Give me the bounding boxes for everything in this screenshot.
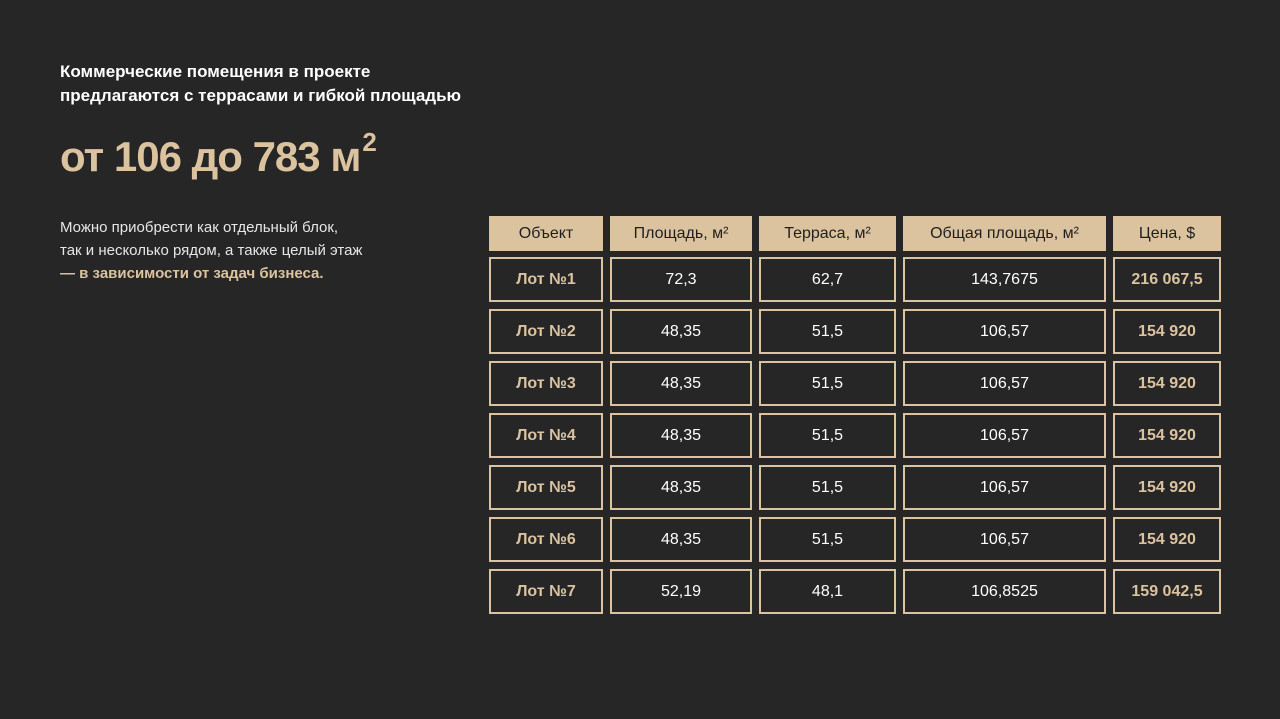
header-total-area: Общая площадь, м² <box>903 216 1106 251</box>
slide: Коммерческие помещения в проекте предлаг… <box>0 0 1280 719</box>
cell-total-area: 143,7675 <box>903 257 1106 302</box>
cell-lot: Лот №4 <box>489 413 603 458</box>
area-range: от 106 до 783 м2 <box>60 116 377 183</box>
cell-area: 72,3 <box>610 257 752 302</box>
cell-terrace: 51,5 <box>759 517 896 562</box>
cell-terrace: 48,1 <box>759 569 896 614</box>
cell-lot: Лот №7 <box>489 569 603 614</box>
area-range-superscript: 2 <box>362 127 377 157</box>
cell-area: 48,35 <box>610 465 752 510</box>
cell-terrace: 51,5 <box>759 361 896 406</box>
area-range-text: от 106 до 783 м <box>60 133 361 180</box>
header-area: Площадь, м² <box>610 216 752 251</box>
description-line-2: так и несколько рядом, а также целый эта… <box>60 242 363 259</box>
cell-total-area: 106,57 <box>903 361 1106 406</box>
cell-terrace: 51,5 <box>759 309 896 354</box>
cell-lot: Лот №3 <box>489 361 603 406</box>
cell-area: 48,35 <box>610 361 752 406</box>
cell-area: 48,35 <box>610 413 752 458</box>
cell-total-area: 106,8525 <box>903 569 1106 614</box>
cell-terrace: 51,5 <box>759 465 896 510</box>
description-dash: — <box>60 265 80 282</box>
header-object: Объект <box>489 216 603 251</box>
cell-price: 216 067,5 <box>1113 257 1221 302</box>
cell-total-area: 106,57 <box>903 309 1106 354</box>
heading: Коммерческие помещения в проекте предлаг… <box>60 60 461 108</box>
cell-price: 154 920 <box>1113 517 1221 562</box>
cell-lot: Лот №2 <box>489 309 603 354</box>
description-line-1: Можно приобрести как отдельный блок, <box>60 219 339 236</box>
heading-line-2: предлагаются с террасами и гибкой площад… <box>60 86 462 105</box>
header-price: Цена, $ <box>1113 216 1221 251</box>
cell-total-area: 106,57 <box>903 465 1106 510</box>
cell-total-area: 106,57 <box>903 413 1106 458</box>
cell-price: 154 920 <box>1113 309 1221 354</box>
cell-price: 154 920 <box>1113 361 1221 406</box>
description-accent: в зависимости от задач бизнеса. <box>79 265 324 282</box>
lots-table: Объект Площадь, м² Терраса, м² Общая пло… <box>489 216 1221 621</box>
cell-total-area: 106,57 <box>903 517 1106 562</box>
cell-area: 48,35 <box>610 517 752 562</box>
description: Можно приобрести как отдельный блок, так… <box>60 216 440 285</box>
cell-lot: Лот №1 <box>489 257 603 302</box>
cell-terrace: 62,7 <box>759 257 896 302</box>
cell-price: 154 920 <box>1113 413 1221 458</box>
header-terrace: Терраса, м² <box>759 216 896 251</box>
cell-price: 154 920 <box>1113 465 1221 510</box>
cell-price: 159 042,5 <box>1113 569 1221 614</box>
cell-lot: Лот №6 <box>489 517 603 562</box>
cell-terrace: 51,5 <box>759 413 896 458</box>
cell-area: 52,19 <box>610 569 752 614</box>
cell-lot: Лот №5 <box>489 465 603 510</box>
description-line-3: — в зависимости от задач бизнеса. <box>60 262 440 285</box>
cell-area: 48,35 <box>610 309 752 354</box>
heading-line-1: Коммерческие помещения в проекте <box>60 62 371 81</box>
